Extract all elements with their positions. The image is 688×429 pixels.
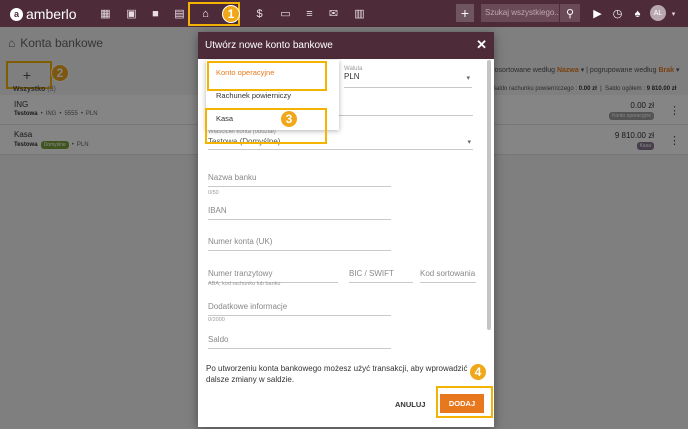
folder-icon[interactable]: ▭ bbox=[276, 4, 295, 23]
callout-3: 3 bbox=[280, 110, 298, 128]
logo[interactable]: a amberlo bbox=[10, 6, 77, 22]
currency-select[interactable]: PLN ▾ bbox=[344, 72, 472, 88]
dropdown-highlight bbox=[207, 61, 327, 91]
chevron-down-icon: ▾ bbox=[466, 75, 470, 82]
dashboard-icon[interactable]: ▦ bbox=[96, 4, 115, 23]
bank-name-input[interactable]: Nazwa banku 0/50 bbox=[208, 171, 391, 196]
search-icon[interactable]: ⚲ bbox=[560, 4, 580, 22]
briefcase-icon[interactable]: ■ bbox=[146, 4, 165, 23]
logo-text: amberlo bbox=[26, 6, 77, 22]
dialog-title: Utwórz nowe konto bankowe bbox=[205, 40, 333, 51]
cancel-button[interactable]: ANULUJ bbox=[395, 400, 425, 409]
sort-code-input[interactable]: Kod sortowania bbox=[420, 267, 476, 283]
additional-info-input[interactable]: Dodatkowe informacje 0/2000 bbox=[208, 300, 391, 323]
balance-input[interactable]: Saldo bbox=[208, 333, 391, 349]
callout-4: 4 bbox=[469, 363, 487, 381]
timer-icon[interactable]: ◷ bbox=[608, 4, 627, 23]
add-button-highlight bbox=[436, 386, 493, 418]
chevron-down-icon: ▾ bbox=[467, 139, 471, 146]
cash-option-highlight bbox=[205, 108, 327, 144]
document-icon[interactable]: ▤ bbox=[170, 4, 189, 23]
notes-icon[interactable]: ≡ bbox=[300, 4, 319, 23]
mail-icon[interactable]: ✉ bbox=[324, 4, 343, 23]
chevron-down-icon[interactable]: ▾ bbox=[664, 4, 683, 23]
callout-1: 1 bbox=[222, 5, 240, 23]
logo-icon: a bbox=[10, 7, 23, 21]
top-bar: a amberlo ▦ ▣ ■ ▤ ⌂ $ ▭ ≡ ✉ ▥ + Szukaj w… bbox=[0, 0, 688, 27]
money-icon[interactable]: $ bbox=[250, 4, 269, 23]
transit-number-input[interactable]: Numer tranzytowy ABA, kod rachunku lub b… bbox=[208, 267, 338, 287]
info-text: Po utworzeniu konta bankowego możesz uży… bbox=[206, 364, 468, 384]
bic-swift-input[interactable]: BIC / SWIFT bbox=[349, 267, 413, 283]
scrollbar[interactable] bbox=[487, 60, 491, 330]
close-icon[interactable]: ✕ bbox=[476, 37, 487, 53]
reports-icon[interactable]: ▥ bbox=[350, 4, 369, 23]
global-search-input[interactable]: Szukaj wszystkiego... bbox=[481, 4, 559, 22]
notifications-icon[interactable]: ♠ bbox=[628, 4, 647, 23]
dialog-header: Utwórz nowe konto bankowe ✕ bbox=[198, 32, 494, 59]
account-number-input[interactable]: Numer konta (UK) bbox=[208, 235, 391, 251]
play-icon[interactable]: ▶ bbox=[588, 4, 607, 23]
contacts-icon[interactable]: ▣ bbox=[122, 4, 141, 23]
iban-input[interactable]: IBAN bbox=[208, 204, 391, 220]
quick-add-button[interactable]: + bbox=[456, 4, 474, 22]
